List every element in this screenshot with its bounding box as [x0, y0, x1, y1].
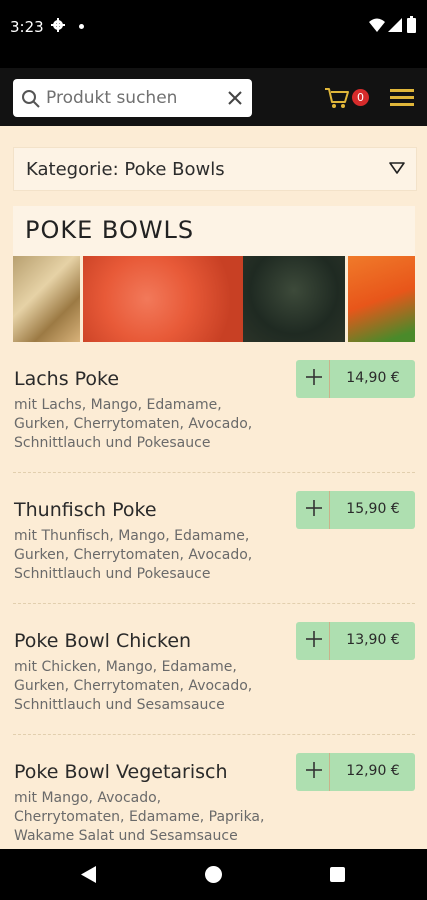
category-label: Kategorie: Poke Bowls — [26, 159, 225, 180]
settings-icon — [51, 18, 65, 32]
button-separator — [329, 491, 330, 529]
button-separator — [329, 360, 330, 398]
add-to-cart-button[interactable]: 13,90 € — [296, 622, 415, 660]
signal-icon — [388, 18, 402, 32]
section-header: POKE BOWLS — [13, 206, 415, 256]
item-description: mit Lachs, Mango, Edamame, Gurken, Cherr… — [14, 397, 253, 451]
add-to-cart-button[interactable]: 15,90 € — [296, 491, 415, 529]
item-divider — [13, 472, 415, 473]
category-banner-image — [13, 256, 415, 342]
add-to-cart-button[interactable]: 12,90 € — [296, 753, 415, 791]
banner-tofu-image — [13, 256, 80, 342]
status-time: 3:23 — [10, 18, 44, 36]
battery-icon — [407, 16, 416, 33]
banner-seaweed-image — [243, 256, 345, 342]
recent-apps-icon[interactable] — [330, 867, 345, 882]
plus-icon — [306, 500, 322, 516]
menu-content: Kategorie: Poke Bowls POKE BOWLS Lachs P… — [0, 126, 427, 849]
item-price: 12,90 € — [346, 763, 400, 779]
search-field[interactable]: Produkt suchen — [13, 79, 252, 117]
plus-icon — [306, 762, 322, 778]
notification-dot-icon — [79, 24, 84, 29]
system-navigation-bar — [0, 849, 427, 900]
plus-icon — [306, 369, 322, 385]
item-name: Lachs Poke — [14, 368, 120, 390]
section-title: POKE BOWLS — [25, 216, 195, 244]
home-icon[interactable] — [205, 866, 222, 883]
status-bar: 3:23 — [0, 0, 427, 56]
hamburger-menu-icon[interactable] — [390, 88, 414, 108]
app-bar: Produkt suchen 0 — [0, 68, 427, 126]
add-to-cart-button[interactable]: 14,90 € — [296, 360, 415, 398]
clear-search-icon[interactable] — [227, 90, 243, 106]
button-separator — [329, 622, 330, 660]
item-description: mit Mango, Avocado, Cherrytomaten, Edama… — [14, 790, 265, 844]
banner-salmon-image — [83, 256, 243, 342]
item-name: Poke Bowl Vegetarisch — [14, 761, 228, 783]
item-divider — [13, 603, 415, 604]
category-dropdown[interactable]: Kategorie: Poke Bowls — [13, 147, 417, 191]
item-price: 15,90 € — [346, 501, 400, 517]
item-price: 14,90 € — [346, 370, 400, 386]
search-icon — [22, 90, 40, 108]
item-name: Poke Bowl Chicken — [14, 630, 192, 652]
item-price: 13,90 € — [346, 632, 400, 648]
plus-icon — [306, 631, 322, 647]
item-description: mit Chicken, Mango, Edamame, Gurken, Che… — [14, 659, 253, 713]
item-divider — [13, 734, 415, 735]
search-input[interactable]: Produkt suchen — [46, 88, 177, 108]
button-separator — [329, 753, 330, 791]
cart-icon[interactable] — [324, 87, 350, 109]
item-description: mit Thunfisch, Mango, Edamame, Gurken, C… — [14, 528, 253, 582]
banner-carrot-image — [348, 256, 415, 342]
item-name: Thunfisch Poke — [14, 499, 157, 521]
wifi-icon — [369, 18, 385, 32]
dropdown-triangle-icon — [389, 162, 405, 174]
cart-count-badge: 0 — [352, 89, 369, 106]
back-icon[interactable] — [81, 866, 97, 883]
